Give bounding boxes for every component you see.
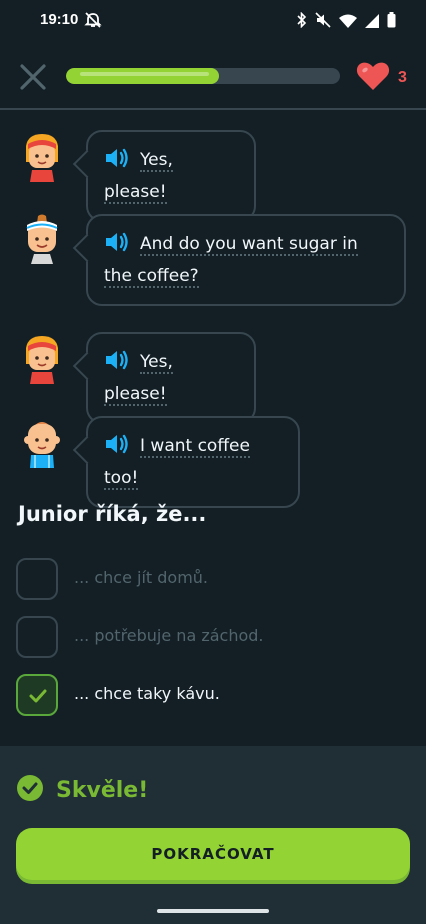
speaker-icon[interactable] xyxy=(104,147,130,169)
check-circle-icon xyxy=(16,774,44,806)
lesson-progress-fill xyxy=(66,68,220,84)
answer-option-label: ... chce jít domů. xyxy=(74,568,209,587)
answer-checkbox-checked[interactable] xyxy=(16,674,58,716)
answer-option-label: ... chce taky kávu. xyxy=(74,684,220,703)
battery-icon xyxy=(387,12,396,32)
answer-checkbox[interactable] xyxy=(16,558,58,600)
hearts-count: 3 xyxy=(398,69,407,86)
continue-button[interactable]: POKRAČOVAT xyxy=(16,828,410,880)
answer-option-selected[interactable]: ... chce taky kávu. xyxy=(16,674,396,718)
status-time: 19:10 xyxy=(40,11,79,28)
speech-bubble: And do you want sugar in the coffee? xyxy=(86,214,406,306)
wifi-icon xyxy=(339,13,357,32)
avatar-eddy xyxy=(20,214,64,266)
home-indicator[interactable] xyxy=(157,909,269,913)
hearts-counter[interactable]: 3 xyxy=(356,61,407,95)
speaker-icon[interactable] xyxy=(104,231,130,253)
header-divider xyxy=(0,108,426,110)
close-icon[interactable] xyxy=(18,62,48,92)
message-text[interactable]: And do you want sugar in the coffee? xyxy=(104,234,358,288)
feedback-header: Skvěle! xyxy=(16,774,148,806)
heart-icon xyxy=(356,61,390,95)
status-bar: 19:10 xyxy=(0,0,426,42)
signal-icon xyxy=(365,13,379,32)
speaker-icon[interactable] xyxy=(104,349,130,371)
avatar-lily xyxy=(20,334,64,386)
answer-checkbox[interactable] xyxy=(16,616,58,658)
feedback-title: Skvěle! xyxy=(56,777,149,803)
speech-bubble: Yes, please! xyxy=(86,332,256,424)
answer-option-label: ... potřebuje na záchod. xyxy=(74,626,264,645)
answer-option[interactable]: ... potřebuje na záchod. xyxy=(16,616,396,660)
avatar-junior xyxy=(20,418,64,470)
speech-bubble: I want coffee too! xyxy=(86,416,300,508)
bluetooth-icon xyxy=(297,11,307,32)
speech-bubble: Yes, please! xyxy=(86,130,256,222)
answer-option[interactable]: ... chce jít domů. xyxy=(16,558,396,602)
mute-icon xyxy=(315,12,331,32)
avatar-lily xyxy=(20,132,64,184)
lesson-progress-bar xyxy=(66,68,340,84)
feedback-panel: Skvěle! POKRAČOVAT xyxy=(0,746,426,924)
speaker-icon[interactable] xyxy=(104,433,130,455)
question-prompt: Junior říká, že... xyxy=(18,502,207,526)
notifications-off-icon xyxy=(84,12,102,32)
continue-button-label: POKRAČOVAT xyxy=(151,845,275,863)
lesson-header: 3 xyxy=(0,48,426,108)
checkmark-icon xyxy=(29,689,47,703)
